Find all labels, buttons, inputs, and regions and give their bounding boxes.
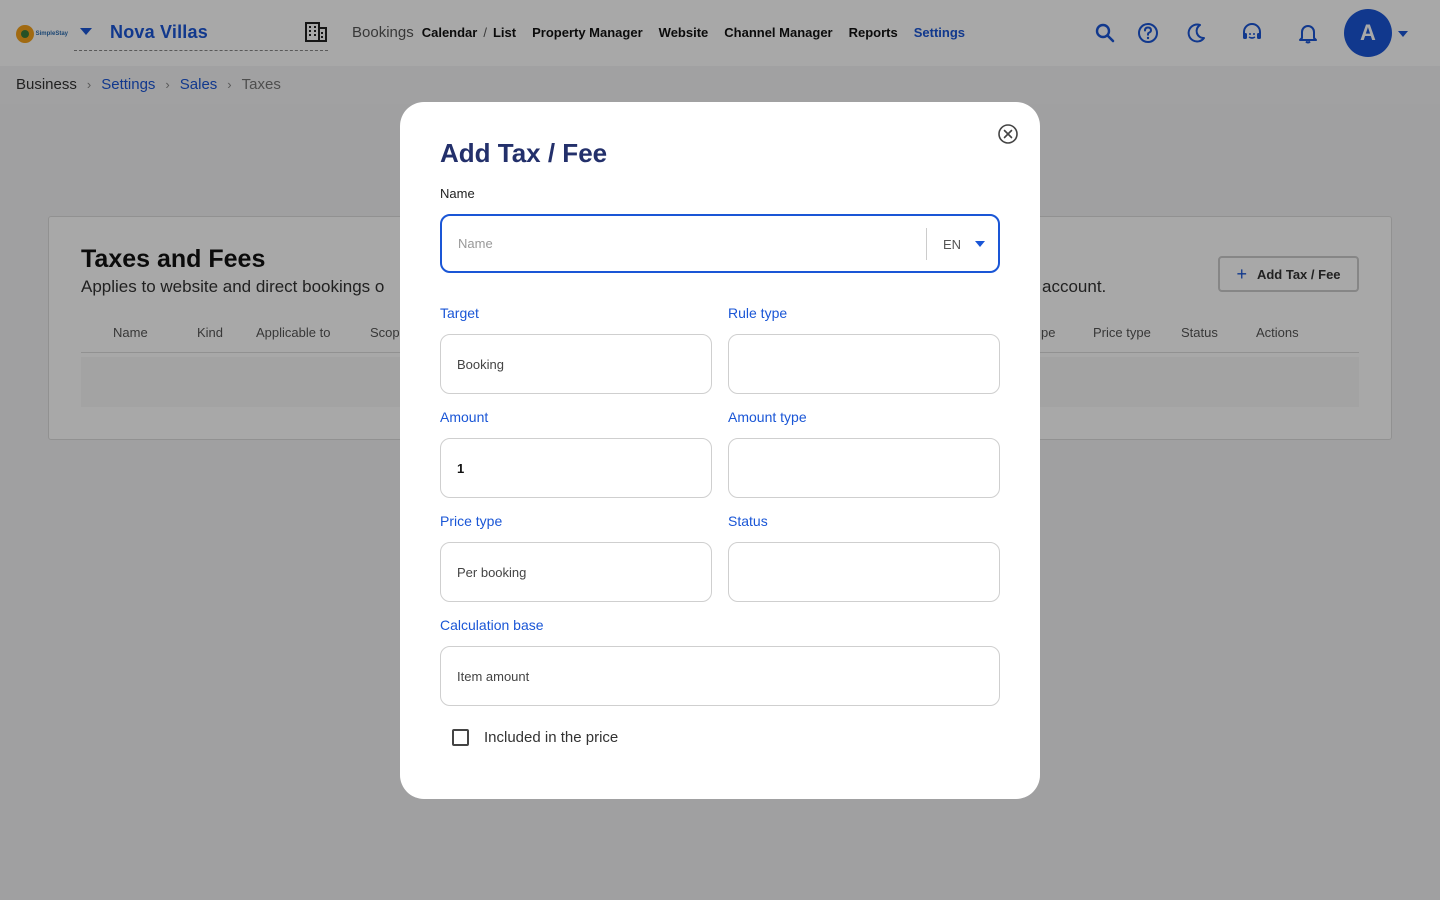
calculation-base-value: Item amount [457,668,530,684]
price-type-select[interactable]: Per booking [440,542,712,602]
calculation-base-label: Calculation base [440,617,544,633]
calculation-base-select[interactable]: Item amount [440,646,1000,706]
name-label: Name [440,186,475,201]
add-tax-fee-dialog: Add Tax / Fee Name Name EN Target Bookin… [400,102,1040,799]
dialog-title: Add Tax / Fee [440,138,608,168]
amount-label: Amount [440,409,489,425]
price-type-label: Price type [440,513,503,529]
chevron-down-icon [975,241,986,247]
price-type-value: Per booking [457,564,527,580]
name-placeholder: Name [458,236,493,251]
included-in-price-row[interactable]: Included in the price [452,729,618,746]
rule-type-label: Rule type [728,305,788,321]
amount-value: 1 [457,460,465,476]
target-value: Booking [457,356,504,372]
included-in-price-checkbox[interactable] [452,729,469,746]
status-label: Status [728,513,768,529]
name-input[interactable]: Name EN [440,214,1000,273]
close-icon[interactable] [997,123,1019,145]
target-label: Target [440,305,479,321]
amount-input[interactable]: 1 [440,438,712,498]
target-select[interactable]: Booking [440,334,712,394]
language-select[interactable]: EN [926,228,998,260]
amount-type-select[interactable] [728,438,1000,498]
included-in-price-label[interactable]: Included in the price [484,729,618,746]
status-select[interactable] [728,542,1000,602]
rule-type-select[interactable] [728,334,1000,394]
amount-type-label: Amount type [728,409,807,425]
language-value: EN [943,236,962,252]
